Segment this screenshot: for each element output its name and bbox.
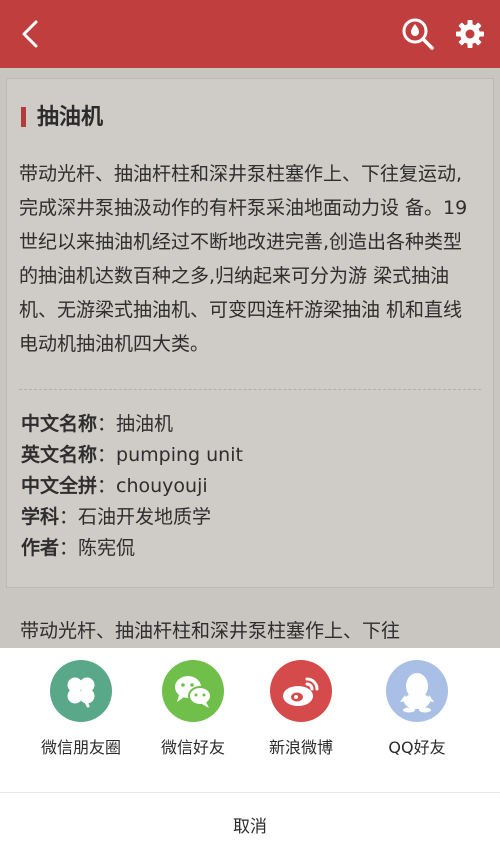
prop-key: 学科 xyxy=(21,506,60,528)
share-weibo-circle xyxy=(270,660,332,722)
top-bar xyxy=(0,0,500,68)
prop-sep: ： xyxy=(59,506,79,528)
share-sheet: 微信朋友圈 微信好友 新浪微博 QQ好友 取消 xyxy=(0,648,500,856)
back-button[interactable] xyxy=(10,14,50,54)
prop-key: 英文名称 xyxy=(21,444,98,466)
wechat-icon xyxy=(175,676,212,708)
title-accent-bar xyxy=(21,107,26,127)
qq-icon xyxy=(400,673,434,713)
prop-key: 中文名称 xyxy=(21,413,98,435)
prop-row-english-name: 英文名称：pumping unit xyxy=(21,440,483,471)
prop-value: pumping unit xyxy=(116,444,243,466)
prop-sep: ： xyxy=(97,413,117,435)
share-weibo-label: 新浪微博 xyxy=(268,738,333,757)
clover-icon xyxy=(67,677,95,708)
gear-icon xyxy=(456,20,484,48)
prop-value: chouyouji xyxy=(116,475,208,497)
prop-value: 陈宪侃 xyxy=(78,537,136,559)
prop-value: 石油开发地质学 xyxy=(78,506,212,528)
entry-properties: 中文名称：抽油机 英文名称：pumping unit 中文全拼：chouyouj… xyxy=(21,409,483,564)
share-wechat-button[interactable]: 微信好友 xyxy=(138,660,248,760)
entry-content[interactable]: 抽油机 带动光杆、抽油杆柱和深井泵柱塞作上、下往复运动,完成深井泵抽汲动作的有杆… xyxy=(0,68,500,648)
prop-sep: ： xyxy=(97,475,117,497)
share-qq-circle xyxy=(386,660,448,722)
share-wechat-circle xyxy=(162,660,224,722)
share-qq-button[interactable]: QQ好友 xyxy=(362,660,472,760)
share-qq-label: QQ好友 xyxy=(388,738,446,757)
divider xyxy=(19,389,481,390)
settings-button[interactable] xyxy=(450,14,490,54)
cancel-button[interactable]: 取消 xyxy=(0,793,500,856)
weibo-icon xyxy=(283,677,319,706)
prop-row-author: 作者：陈宪侃 xyxy=(21,533,483,564)
next-entry-preview: 带动光杆、抽油杆柱和深井泵柱塞作上、下往 xyxy=(20,620,401,642)
prop-row-chinese-name: 中文名称：抽油机 xyxy=(21,409,483,440)
share-weibo-button[interactable]: 新浪微博 xyxy=(246,660,356,760)
prop-row-subject: 学科：石油开发地质学 xyxy=(21,502,483,533)
entry-card: 抽油机 带动光杆、抽油杆柱和深井泵柱塞作上、下往复运动,完成深井泵抽汲动作的有杆… xyxy=(6,78,494,588)
chevron-left-icon xyxy=(22,20,38,48)
share-wechat-label: 微信好友 xyxy=(160,738,225,757)
search-button[interactable] xyxy=(398,14,438,54)
prop-key: 作者 xyxy=(21,537,60,559)
drop-search-icon xyxy=(402,18,434,50)
prop-row-pinyin: 中文全拼：chouyouji xyxy=(21,471,483,502)
share-moments-button[interactable]: 微信朋友圈 xyxy=(26,660,136,760)
prop-key: 中文全拼 xyxy=(21,475,98,497)
share-moments-circle xyxy=(50,660,112,722)
entry-title: 抽油机 xyxy=(37,105,104,130)
entry-description: 带动光杆、抽油杆柱和深井泵柱塞作上、下往复运动,完成深井泵抽汲动作的有杆泵采油地… xyxy=(19,163,468,355)
share-moments-label: 微信朋友圈 xyxy=(40,738,121,757)
prop-sep: ： xyxy=(97,444,117,466)
prop-value: 抽油机 xyxy=(116,413,174,435)
prop-sep: ： xyxy=(59,537,79,559)
